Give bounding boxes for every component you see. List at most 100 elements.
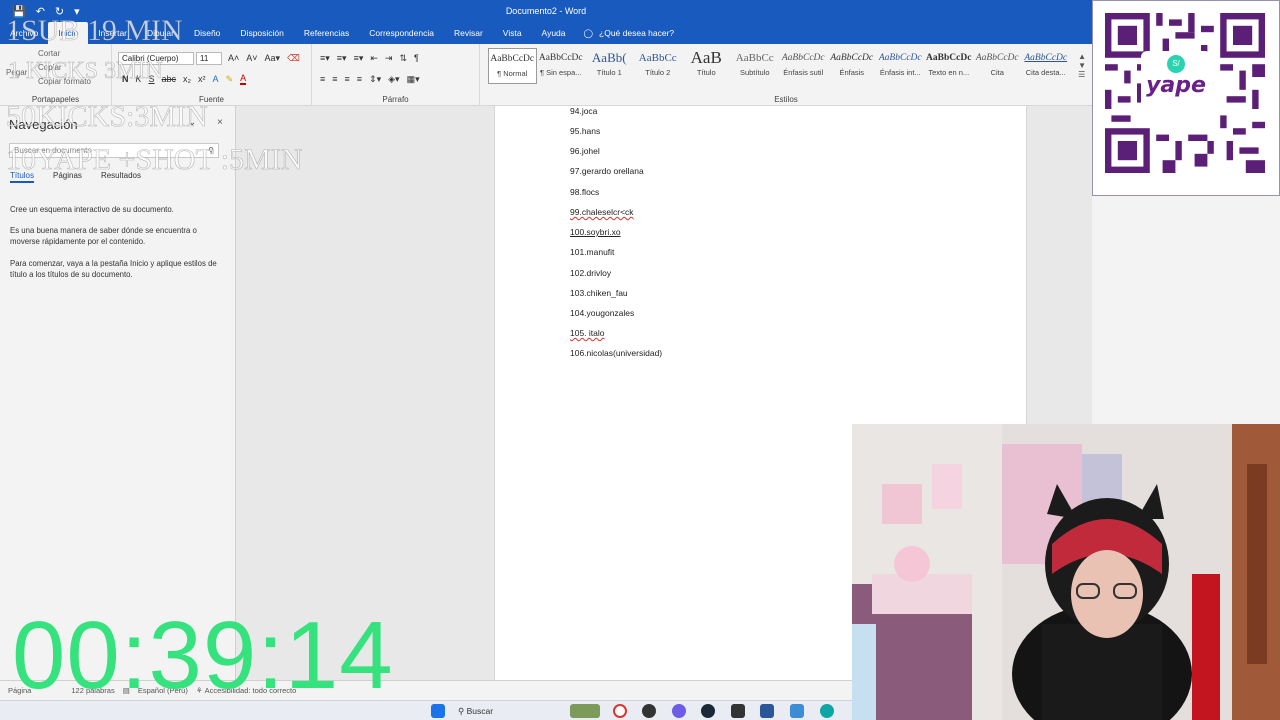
document-line[interactable]: 98.flocs (570, 187, 599, 197)
style-sample: AaBbCcDc (878, 53, 922, 63)
document-line[interactable]: 94.joca (570, 106, 597, 116)
cut-button[interactable]: Cortar (38, 49, 60, 58)
style-name: ¶ Normal (497, 69, 528, 78)
style-sample: AaBbCcDc (830, 53, 874, 63)
yape-logo: S/ yape (1141, 51, 1211, 111)
epic-icon[interactable] (731, 704, 745, 718)
paragraph-group-label: Párrafo (382, 95, 409, 104)
window-icon[interactable] (790, 704, 804, 718)
decrease-indent-icon[interactable]: ⇤ (370, 53, 378, 64)
document-line[interactable]: 104.yougonzales (570, 308, 634, 318)
navigation-pane: Navegación ⌄ × Buscar en documento ⚲ Tít… (0, 106, 236, 680)
numbering-icon[interactable]: ≡▾ (337, 53, 347, 64)
style-name: Subtítulo (739, 68, 770, 77)
steam-icon[interactable] (701, 704, 715, 718)
document-line[interactable]: 100.soybri.xo (570, 227, 621, 237)
font-color-icon[interactable]: A (240, 74, 247, 85)
grow-font-icon[interactable]: A˄ (228, 53, 239, 64)
document-line[interactable]: 97.gerardo orellana (570, 166, 644, 176)
bullets-icon[interactable]: ≡▾ (320, 53, 330, 64)
shrink-font-icon[interactable]: A˅ (246, 53, 257, 64)
borders-icon[interactable]: ▦▾ (407, 74, 420, 85)
justify-icon[interactable]: ≡ (357, 74, 362, 85)
tab-correspondencia[interactable]: Correspondencia (359, 22, 444, 44)
styles-gallery: AaBbCcDc ¶ Normal AaBbCcDc ¶ Sin espa... A… (488, 48, 1070, 84)
sort-icon[interactable]: ⇅ (399, 53, 407, 64)
document-line[interactable]: 99.chaleselcr<ck (570, 207, 634, 217)
tell-me-box[interactable]: ◯ ¿Qué desea hacer? (576, 28, 675, 39)
strikethrough-icon[interactable]: abc (162, 74, 177, 85)
style-title[interactable]: AaB Título (682, 48, 731, 84)
tab-revisar[interactable]: Revisar (444, 22, 493, 44)
change-case-icon[interactable]: Aa▾ (265, 53, 281, 64)
style-subtle-emphasis[interactable]: AaBbCcDc Énfasis sutil (779, 48, 828, 84)
navigation-help-2: Es una buena manera de saber dónde se en… (10, 226, 197, 246)
styles-group-label: Estilos (774, 95, 798, 104)
app-icon[interactable] (642, 704, 656, 718)
stream-timer: 00:39:14 (12, 602, 394, 709)
style-heading-1[interactable]: AaBb(Título 1 (585, 48, 634, 84)
align-right-icon[interactable]: ≡ (345, 74, 350, 85)
overlay-line: 1 KICKS 3MIN (8, 58, 163, 85)
alignment-controls: ≡ ≡ ≡ ≡ ⇕▾ ◈▾ ▦▾ (320, 74, 420, 85)
style-sample: AaBbCcDc (1024, 53, 1068, 63)
highlight-icon[interactable]: ✎ (226, 74, 234, 85)
discord-icon[interactable] (672, 704, 686, 718)
edge-icon[interactable] (820, 704, 834, 718)
navigation-help-1: Cree un esquema interactivo de su docume… (10, 205, 174, 214)
style-no-spacing[interactable]: AaBbCcDc ¶ Sin espa... (537, 48, 586, 84)
font-size-controls: A˄ A˅ Aa▾ ⌫ (228, 53, 300, 64)
document-line[interactable]: 95.hans (570, 126, 600, 136)
style-intense-emphasis[interactable]: AaBbCcDc Énfasis int... (876, 48, 925, 84)
increase-indent-icon[interactable]: ⇥ (385, 53, 393, 64)
yape-wordmark: yape (1146, 73, 1206, 98)
style-name: Título 1 (596, 68, 622, 77)
document-line[interactable]: 96.johel (570, 146, 600, 156)
pilcrow-icon[interactable]: ¶ (414, 53, 419, 64)
document-line[interactable]: 102.drivloy (570, 268, 611, 278)
align-center-icon[interactable]: ≡ (332, 74, 337, 85)
qr-panel: S/ yape (1092, 0, 1280, 196)
line-spacing-icon[interactable]: ⇕▾ (369, 74, 381, 85)
widgets-icon[interactable] (570, 704, 600, 718)
tab-referencias[interactable]: Referencias (294, 22, 359, 44)
tab-disposicion[interactable]: Disposición (230, 22, 293, 44)
style-normal[interactable]: AaBbCcDc ¶ Normal (488, 48, 537, 84)
yape-coin-icon: S/ (1167, 55, 1185, 73)
style-name: Énfasis (839, 68, 865, 77)
subscript-icon[interactable]: x₂ (183, 74, 191, 85)
font-size-select[interactable]: 11 (196, 52, 222, 65)
style-sample: AaBbCcDc (926, 53, 972, 63)
style-heading-2[interactable]: AaBbCc Título 2 (634, 48, 683, 84)
style-name: Texto en n... (928, 68, 970, 77)
style-sample: AaBbCcDc (490, 54, 535, 64)
tab-vista[interactable]: Vista (493, 22, 532, 44)
tab-ayuda[interactable]: Ayuda (532, 22, 576, 44)
document-line[interactable]: 105. italo (570, 328, 605, 338)
styles-more-icon[interactable]: ▲ ▼ ☰ (1078, 52, 1086, 79)
align-left-icon[interactable]: ≡ (320, 74, 325, 85)
style-sample: AaBbCcDc (538, 53, 583, 63)
clear-format-icon[interactable]: ⌫ (287, 53, 300, 64)
style-name: Énfasis int... (879, 68, 921, 77)
style-intense-quote[interactable]: AaBbCcDc Cita desta... (1022, 48, 1071, 84)
close-icon[interactable]: × (217, 117, 223, 128)
document-line[interactable]: 101.manufit (570, 247, 614, 257)
document-line[interactable]: 103.chiken_fau (570, 288, 628, 298)
document-line[interactable]: 106.nicolas(universidad) (570, 348, 662, 358)
style-strong[interactable]: AaBbCcDc Texto en n... (925, 48, 974, 84)
text-effects-icon[interactable]: A (213, 74, 219, 85)
opera-icon[interactable] (613, 704, 627, 718)
shading-icon[interactable]: ◈▾ (388, 74, 399, 85)
tab-diseno[interactable]: Diseño (184, 22, 230, 44)
list-controls: ≡▾ ≡▾ ≡▾ ⇤ ⇥ ⇅ ¶ (320, 53, 419, 64)
taskbar-search[interactable]: ⚲ Buscar (458, 704, 554, 718)
style-name: Cita (990, 68, 1004, 77)
style-subtitle[interactable]: AaBbCc Subtítulo (731, 48, 780, 84)
windows-start-icon[interactable] (431, 704, 445, 718)
multilevel-list-icon[interactable]: ≡▾ (354, 53, 364, 64)
style-emphasis[interactable]: AaBbCcDc Énfasis (828, 48, 877, 84)
superscript-icon[interactable]: x² (198, 74, 206, 85)
word-icon[interactable] (760, 704, 774, 718)
style-quote[interactable]: AaBbCcDc Cita (973, 48, 1022, 84)
